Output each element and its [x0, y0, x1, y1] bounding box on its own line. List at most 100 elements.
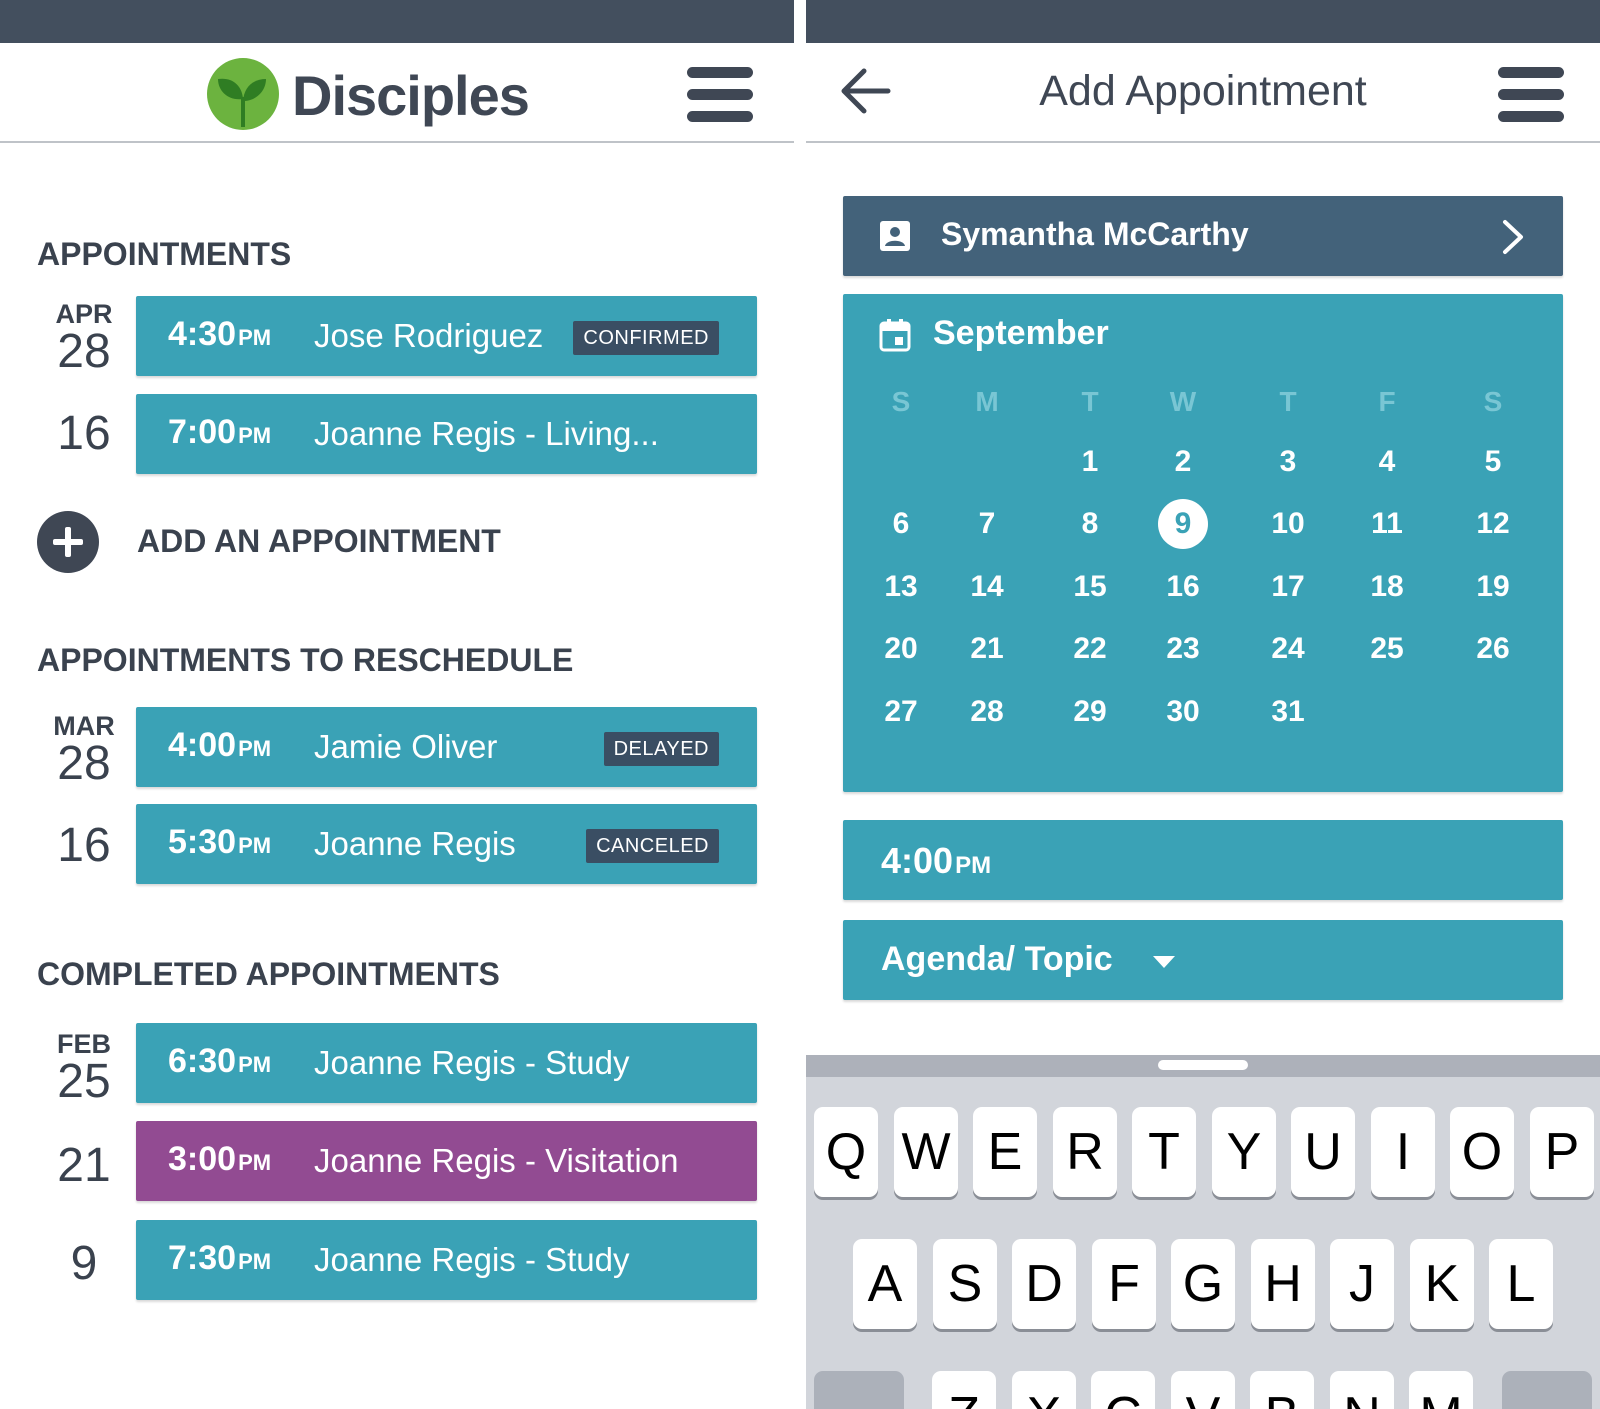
weekday-header: S — [891, 386, 911, 417]
delete-key[interactable] — [1502, 1371, 1592, 1409]
calendar-day[interactable]: 23 — [1153, 624, 1213, 674]
key-p[interactable]: P — [1530, 1107, 1594, 1197]
date-month: MAR — [53, 711, 115, 741]
appointment-time: 3:00PM — [168, 1140, 272, 1178]
calendar-day[interactable]: 6 — [871, 499, 931, 549]
date-block: 16 — [40, 410, 128, 458]
appointment-card[interactable]: 5:30PM Joanne Regis CANCELED — [136, 804, 757, 884]
calendar-day[interactable]: 22 — [1060, 624, 1120, 674]
calendar-day[interactable]: 20 — [871, 624, 931, 674]
appointment-card[interactable]: 3:00PM Joanne Regis - Visitation — [136, 1121, 757, 1201]
appointments-screen: Disciples APPOINTMENTS APR 28 4:30PM Jos… — [0, 0, 794, 1409]
status-badge: CONFIRMED — [573, 321, 719, 355]
key-r[interactable]: R — [1053, 1107, 1117, 1197]
hamburger-menu-icon[interactable] — [687, 67, 753, 123]
appointment-card[interactable]: 6:30PM Joanne Regis - Study — [136, 1023, 757, 1103]
calendar-day[interactable]: 2 — [1153, 437, 1213, 487]
weekday-header: S — [1483, 386, 1503, 417]
key-m[interactable]: M — [1409, 1371, 1473, 1409]
calendar-day[interactable]: 31 — [1258, 687, 1318, 737]
appointment-card[interactable]: 7:00PM Joanne Regis - Living... — [136, 394, 757, 474]
calendar-day[interactable]: 25 — [1357, 624, 1417, 674]
appointment-name: Joanne Regis - Study — [314, 1044, 630, 1081]
keyboard-handle[interactable] — [1158, 1060, 1248, 1070]
key-h[interactable]: H — [1251, 1239, 1315, 1329]
calendar-day[interactable]: 26 — [1463, 624, 1523, 674]
agenda-dropdown[interactable]: Agenda/ Topic — [843, 920, 1563, 1000]
appointment-card[interactable]: 4:00PM Jamie Oliver DELAYED — [136, 707, 757, 787]
calendar-day[interactable]: 15 — [1060, 562, 1120, 612]
appointment-time: 7:00PM — [168, 413, 272, 451]
calendar-day[interactable]: 14 — [957, 562, 1017, 612]
key-g[interactable]: G — [1171, 1239, 1235, 1329]
calendar-day[interactable]: 7 — [957, 499, 1017, 549]
sprout-logo-icon[interactable] — [206, 57, 280, 131]
weekday-header: F — [1378, 386, 1396, 417]
key-q[interactable]: Q — [814, 1107, 878, 1197]
status-bar — [0, 0, 794, 43]
date-day: 16 — [57, 819, 111, 872]
calendar-day[interactable]: 16 — [1153, 562, 1213, 612]
contact-selector[interactable]: Symantha McCarthy — [843, 196, 1563, 276]
date-day: 28 — [57, 325, 111, 378]
key-w[interactable]: W — [894, 1107, 958, 1197]
calendar-day[interactable]: 4 — [1357, 437, 1417, 487]
calendar-day[interactable]: 3 — [1258, 437, 1318, 487]
calendar-day[interactable]: 27 — [871, 687, 931, 737]
calendar-day[interactable]: 17 — [1258, 562, 1318, 612]
key-n[interactable]: N — [1330, 1371, 1394, 1409]
appointment-card[interactable]: 7:30PM Joanne Regis - Study — [136, 1220, 757, 1300]
appointment-card[interactable]: 4:30PM Jose Rodriguez CONFIRMED — [136, 296, 757, 376]
plus-circle-icon — [37, 511, 99, 573]
date-block: MAR 28 — [40, 712, 128, 788]
key-f[interactable]: F — [1092, 1239, 1156, 1329]
calendar-day[interactable]: 8 — [1060, 499, 1120, 549]
shift-key[interactable] — [814, 1371, 904, 1409]
date-month: APR — [55, 299, 113, 329]
appointment-name: Joanne Regis - Study — [314, 1241, 630, 1278]
calendar-picker: September S M T W T F S 1 2 3 4 5 6 7 8 9 10 11 12 13 14 15 16… — [843, 294, 1563, 792]
key-x[interactable]: X — [1012, 1371, 1076, 1409]
key-k[interactable]: K — [1410, 1239, 1474, 1329]
calendar-day[interactable]: 19 — [1463, 562, 1523, 612]
key-c[interactable]: C — [1091, 1371, 1155, 1409]
hamburger-menu-icon[interactable] — [1498, 67, 1564, 123]
appointment-time: 6:30PM — [168, 1042, 272, 1080]
calendar-day-selected[interactable]: 9 — [1153, 499, 1213, 549]
date-block: 9 — [40, 1240, 128, 1288]
key-y[interactable]: Y — [1212, 1107, 1276, 1197]
calendar-day[interactable]: 29 — [1060, 687, 1120, 737]
calendar-day[interactable]: 1 — [1060, 437, 1120, 487]
calendar-day[interactable]: 28 — [957, 687, 1017, 737]
key-s[interactable]: S — [933, 1239, 997, 1329]
calendar-day[interactable]: 5 — [1463, 437, 1523, 487]
key-u[interactable]: U — [1291, 1107, 1355, 1197]
calendar-day[interactable]: 24 — [1258, 624, 1318, 674]
key-a[interactable]: A — [853, 1239, 917, 1329]
date-day: 9 — [70, 1237, 98, 1290]
calendar-day[interactable]: 12 — [1463, 499, 1523, 549]
appointment-name: Joanne Regis — [314, 825, 516, 862]
key-l[interactable]: L — [1489, 1239, 1553, 1329]
key-d[interactable]: D — [1012, 1239, 1076, 1329]
date-day: 28 — [57, 737, 111, 790]
key-t[interactable]: T — [1132, 1107, 1196, 1197]
key-b[interactable]: B — [1250, 1371, 1314, 1409]
key-o[interactable]: O — [1450, 1107, 1514, 1197]
key-z[interactable]: Z — [932, 1371, 996, 1409]
page-title: Add Appointment — [1039, 67, 1367, 115]
status-badge: CANCELED — [586, 829, 719, 863]
key-e[interactable]: E — [973, 1107, 1037, 1197]
calendar-day[interactable]: 18 — [1357, 562, 1417, 612]
key-j[interactable]: J — [1330, 1239, 1394, 1329]
key-i[interactable]: I — [1371, 1107, 1435, 1197]
calendar-day[interactable]: 30 — [1153, 687, 1213, 737]
time-selector[interactable]: 4:00PM — [843, 820, 1563, 900]
appointment-name: Joanne Regis - Living... — [314, 415, 659, 452]
calendar-day[interactable]: 10 — [1258, 499, 1318, 549]
section-title-reschedule: APPOINTMENTS TO RESCHEDULE — [37, 642, 574, 678]
key-v[interactable]: V — [1171, 1371, 1235, 1409]
calendar-day[interactable]: 21 — [957, 624, 1017, 674]
calendar-day[interactable]: 13 — [871, 562, 931, 612]
calendar-day[interactable]: 11 — [1357, 499, 1417, 549]
